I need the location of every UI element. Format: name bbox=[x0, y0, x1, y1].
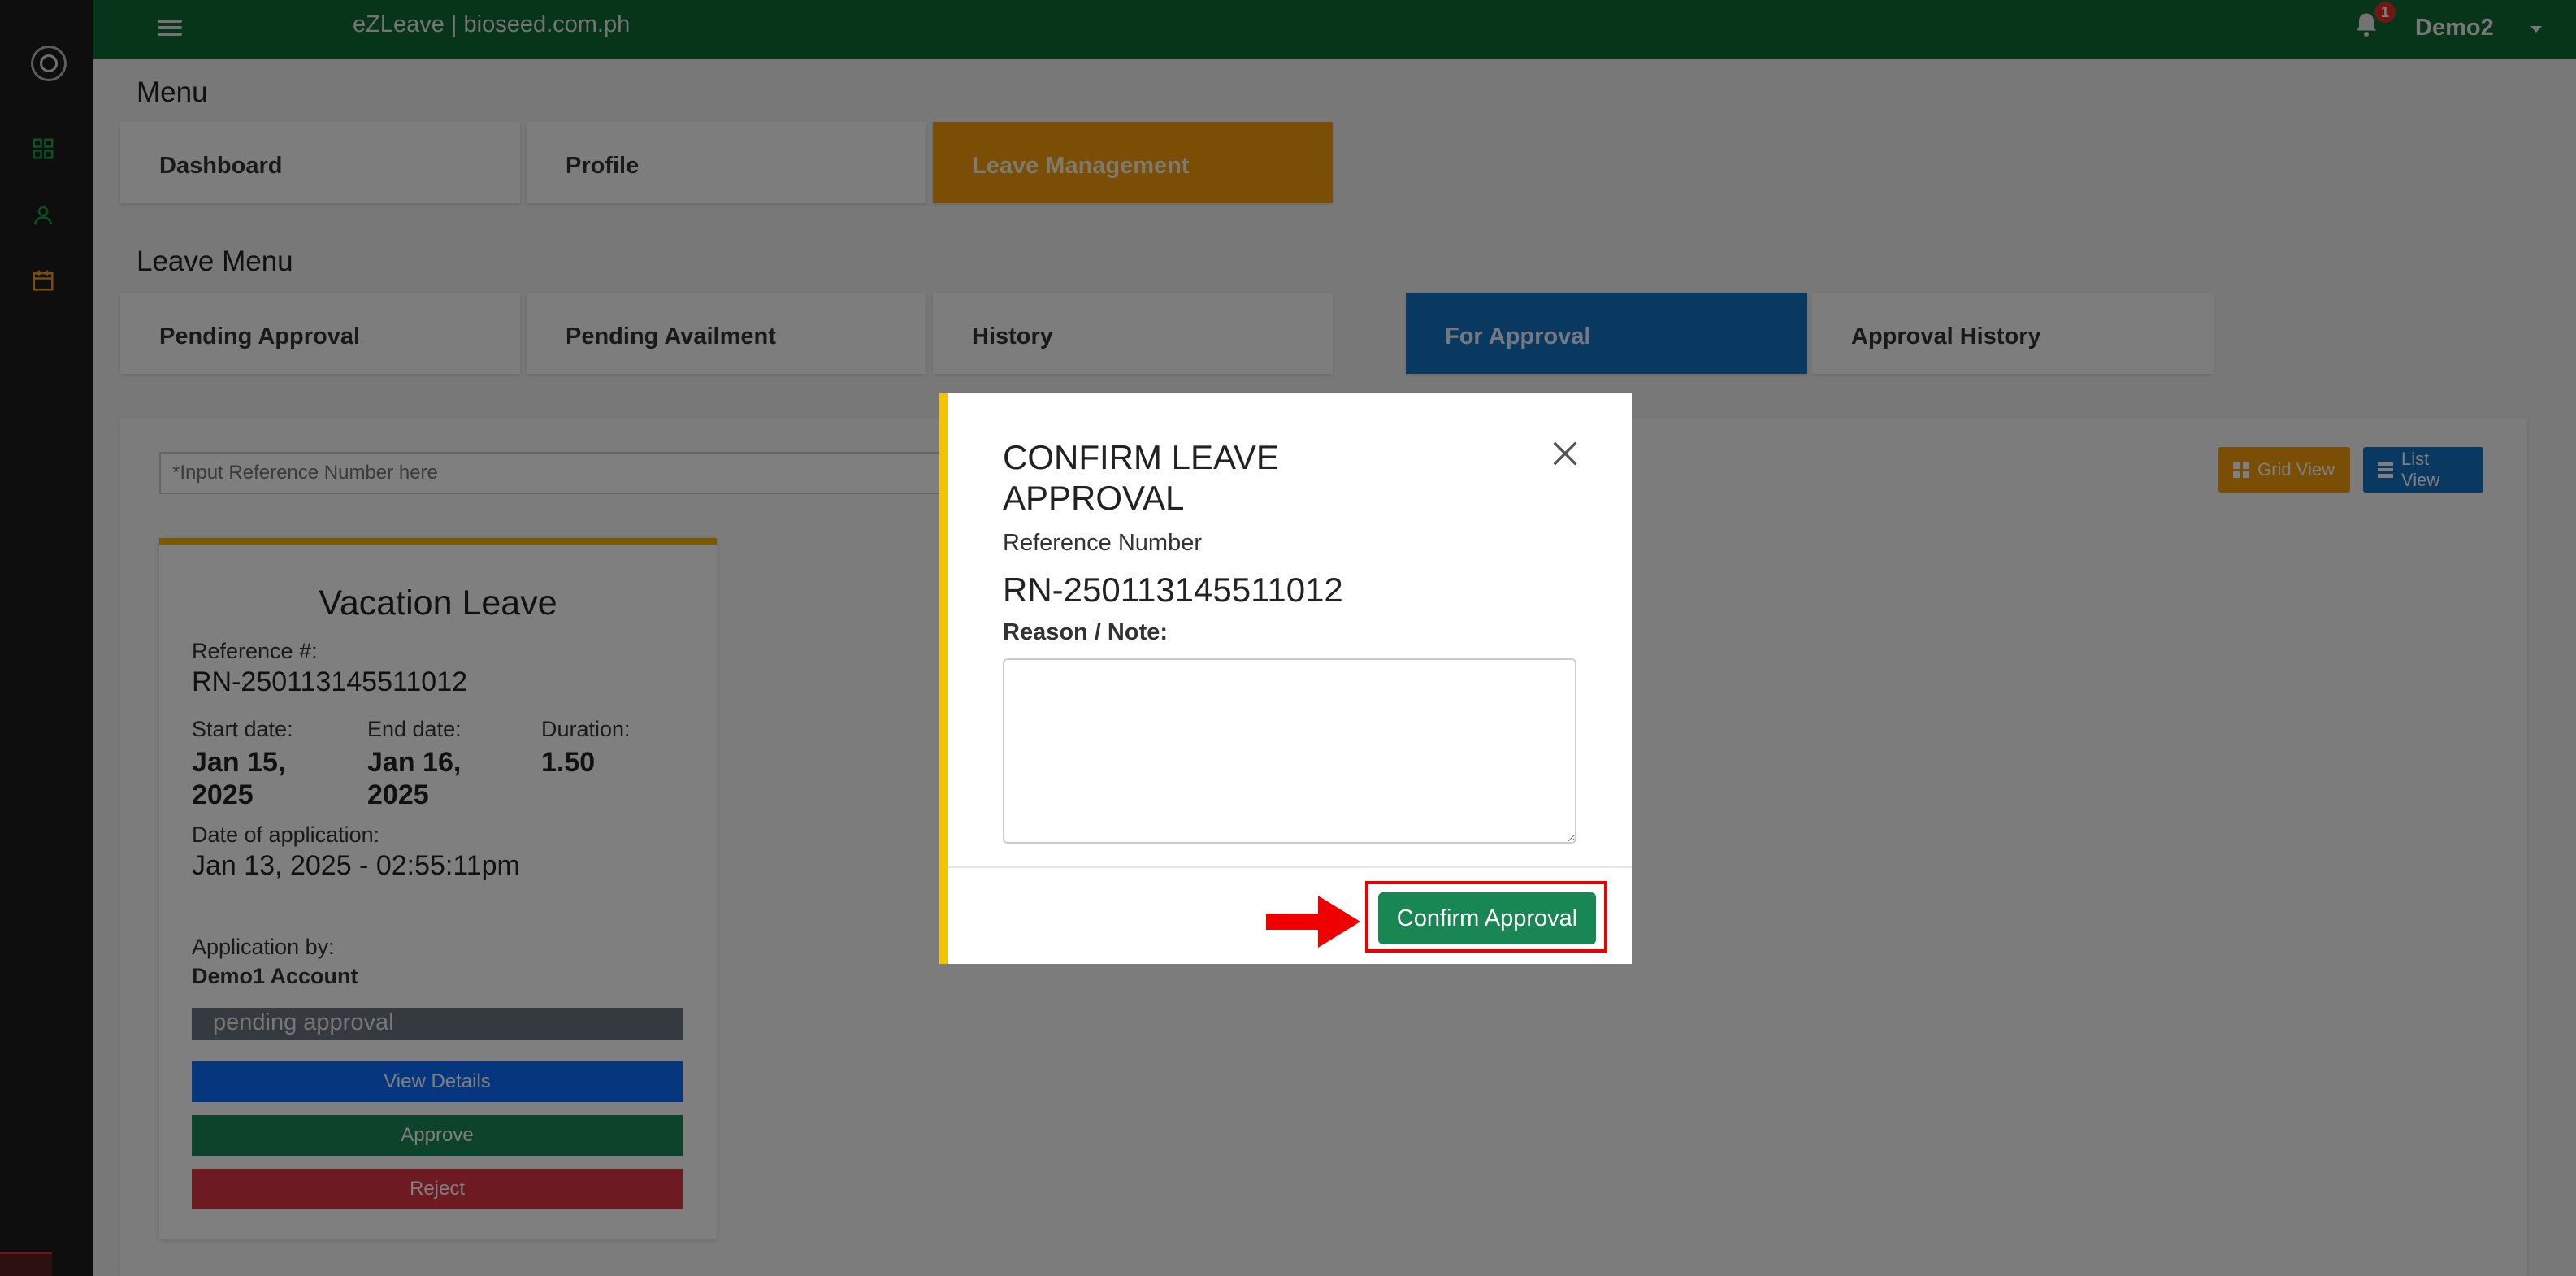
note-label: Reason / Note: bbox=[1003, 619, 1169, 645]
arrow-right-icon bbox=[1266, 896, 1360, 948]
confirm-approval-modal: CONFIRM LEAVE APPROVAL Reference Number … bbox=[939, 393, 1632, 964]
modal-reference-value: RN-250113145511012 bbox=[1003, 571, 1343, 609]
modal-reference-label: Reference Number bbox=[1003, 530, 1202, 556]
modal-divider bbox=[948, 866, 1632, 868]
confirm-approval-button[interactable]: Confirm Approval bbox=[1378, 892, 1596, 944]
close-icon[interactable] bbox=[1549, 437, 1581, 470]
note-textarea[interactable] bbox=[1003, 658, 1576, 844]
modal-title: CONFIRM LEAVE APPROVAL bbox=[1003, 438, 1279, 517]
